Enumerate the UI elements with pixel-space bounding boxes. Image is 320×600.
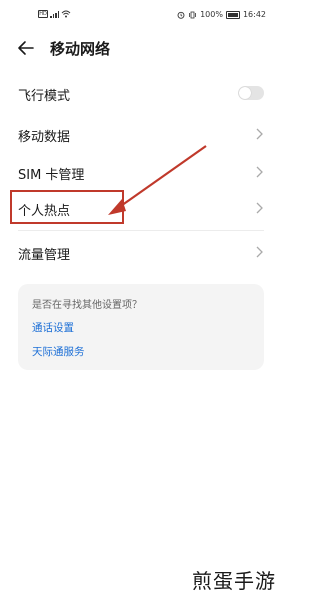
- airplane-mode-toggle[interactable]: [238, 86, 264, 100]
- chevron-right-icon: [256, 128, 263, 140]
- header: 移动网络: [0, 30, 280, 68]
- chevron-right-icon: [256, 246, 263, 258]
- vibrate-icon: [189, 11, 196, 18]
- wifi-icon: [61, 10, 71, 18]
- clock: 16:42: [242, 10, 266, 19]
- battery-percent: 100%: [200, 10, 223, 19]
- toggle-knob: [239, 87, 251, 99]
- watermark-text: 煎蛋手游: [192, 569, 276, 593]
- airplane-mode-label: 飞行模式: [18, 89, 71, 104]
- skyroam-service-link[interactable]: 天际通服务: [32, 344, 85, 359]
- mobile-data-row[interactable]: 移动数据: [18, 114, 264, 154]
- call-settings-link[interactable]: 通话设置: [32, 320, 74, 335]
- airplane-mode-row[interactable]: 飞行模式: [18, 73, 264, 113]
- status-bar: HD 100% 16:42: [0, 0, 280, 30]
- status-left-group: HD: [38, 10, 71, 18]
- signal-icon: [50, 10, 59, 18]
- page-title: 移动网络: [50, 40, 111, 58]
- status-right-group: 100% 16:42: [177, 10, 266, 19]
- sim-management-label: SIM 卡管理: [18, 168, 85, 183]
- alarm-icon: [177, 11, 185, 19]
- sim-management-row[interactable]: SIM 卡管理: [18, 152, 264, 192]
- battery-icon: [225, 10, 240, 19]
- section-divider: [18, 230, 264, 231]
- data-usage-label: 流量管理: [18, 248, 71, 263]
- chevron-right-icon: [256, 166, 263, 178]
- highlight-annotation-box: [10, 190, 124, 224]
- suggestion-question: 是否在寻找其他设置项？: [32, 300, 142, 311]
- data-usage-row[interactable]: 流量管理: [18, 232, 264, 272]
- hd-icon: HD: [38, 10, 48, 18]
- chevron-right-icon: [256, 202, 263, 214]
- suggestion-card: 是否在寻找其他设置项？ 通话设置 天际通服务: [18, 284, 264, 370]
- mobile-data-label: 移动数据: [18, 130, 71, 145]
- back-arrow-icon[interactable]: [16, 38, 36, 58]
